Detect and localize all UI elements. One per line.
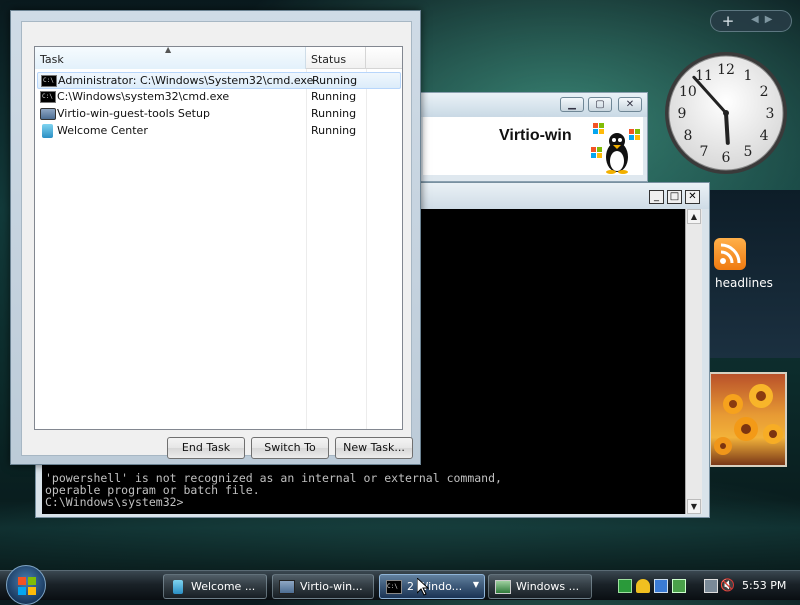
end-task-button[interactable]: End Task	[167, 437, 245, 459]
task-row-cmd[interactable]: C:\ C:\Windows\system32\cmd.exe Running	[37, 89, 401, 106]
virtio-banner: Virtio-win	[423, 117, 643, 175]
clock-numeral: 1	[744, 68, 753, 84]
task-list[interactable]: ▲ Task Status C:\ Administrator: C:\Wind…	[34, 46, 403, 430]
taskbar-clock[interactable]: 5:53 PM	[742, 579, 786, 592]
task-status: Running	[311, 90, 357, 103]
task-manager-window[interactable]: ▲ Task Status C:\ Administrator: C:\Wind…	[10, 10, 421, 465]
clock-numeral: 9	[678, 106, 687, 122]
task-name: Administrator: C:\Windows\System32\cmd.e…	[58, 74, 314, 87]
clock-numeral: 7	[700, 144, 709, 160]
cmd-scrollbar[interactable]: ▲ ▼	[685, 209, 702, 514]
maximize-button[interactable]: ▢	[588, 97, 612, 112]
clock-numeral: 5	[744, 144, 753, 160]
virtio-title-bar[interactable]: ▁ ▢ ✕	[419, 93, 647, 117]
setup-icon	[279, 580, 295, 594]
scroll-up-arrow-icon[interactable]: ▲	[687, 209, 701, 224]
cmd-icon: C:\	[386, 580, 402, 594]
task-status: Running	[311, 107, 357, 120]
gadget-page-nav[interactable]: ◀▶	[751, 14, 778, 25]
cmd-icon: C:\	[41, 75, 57, 87]
column-header-status-label: Status	[311, 53, 347, 66]
scroll-down-arrow-icon[interactable]: ▼	[687, 499, 701, 514]
taskbar-group-cmd-windows[interactable]: C:\ 2 Windo... ▼	[379, 574, 485, 599]
cmd-icon: C:\	[40, 91, 56, 103]
windows-logo-icon	[18, 577, 36, 595]
flower-photo	[714, 384, 783, 455]
cmd-prompt-line: C:\Windows\system32>	[45, 495, 184, 509]
network-icon[interactable]	[704, 579, 718, 593]
sort-ascending-icon: ▲	[165, 46, 172, 54]
rss-feed-icon	[714, 238, 746, 270]
taskbar: Welcome ... Virtio-win... C:\ 2 Windo...…	[0, 565, 800, 605]
new-task-button[interactable]: New Task...	[335, 437, 413, 459]
feed-headlines-gadget[interactable]: headlines	[705, 190, 800, 358]
task-row-virtio-setup[interactable]: Virtio-win-guest-tools Setup Running	[37, 106, 401, 123]
close-button[interactable]: ✕	[685, 190, 700, 204]
column-header-status[interactable]: Status	[306, 47, 366, 69]
chevron-down-icon: ▼	[472, 580, 479, 589]
sidebar-controls: + ◀▶	[710, 10, 792, 32]
minimize-button[interactable]: ▁	[560, 97, 584, 112]
clock-numeral: 10	[679, 84, 697, 100]
task-row-welcome-center[interactable]: Welcome Center Running	[37, 123, 401, 140]
add-gadget-button[interactable]: +	[717, 12, 739, 30]
maximize-button[interactable]: □	[667, 190, 682, 204]
volume-muted-icon[interactable]: 🔇	[720, 578, 735, 592]
tray-app-icon[interactable]	[672, 579, 686, 593]
taskbar-item-label: 2 Windo...	[407, 580, 463, 593]
start-button[interactable]	[6, 565, 46, 605]
task-status: Running	[312, 74, 358, 87]
notification-area: 🔇 5:53 PM	[612, 574, 800, 599]
security-shield-icon[interactable]	[636, 579, 650, 593]
task-name: Virtio-win-guest-tools Setup	[57, 107, 210, 120]
clock-numeral: 12	[717, 62, 735, 78]
cmd-output: 'powershell' is not recognized as an int…	[45, 472, 502, 508]
applications-tab-panel: ▲ Task Status C:\ Administrator: C:\Wind…	[21, 21, 413, 459]
task-name: Welcome Center	[57, 124, 148, 137]
welcome-center-icon	[42, 124, 53, 138]
switch-to-button[interactable]: Switch To	[251, 437, 329, 459]
task-status: Running	[311, 124, 357, 137]
task-name: C:\Windows\system32\cmd.exe	[57, 90, 230, 103]
clock-numeral: 6	[722, 150, 731, 166]
mouse-pointer-icon	[417, 578, 429, 596]
slideshow-gadget[interactable]	[709, 372, 787, 467]
clock-numeral: 2	[760, 84, 769, 100]
taskbar-item-label: Windows ...	[516, 580, 580, 593]
virtio-banner-title: Virtio-win	[499, 127, 572, 144]
clock-numeral: 8	[683, 128, 692, 144]
taskbar-item-label: Virtio-win...	[300, 580, 363, 593]
task-row-admin-cmd[interactable]: C:\ Administrator: C:\Windows\System32\c…	[37, 72, 401, 89]
tray-app-icon[interactable]	[618, 579, 632, 593]
tray-app-icon[interactable]	[654, 579, 668, 593]
setup-icon	[40, 108, 56, 120]
clock-gadget: 1234567891011 12	[665, 52, 787, 174]
virtio-setup-window[interactable]: ▁ ▢ ✕ Virtio-win	[418, 92, 648, 182]
taskbar-item-virtio-setup[interactable]: Virtio-win...	[272, 574, 374, 599]
feed-headlines-label: headlines	[715, 276, 773, 290]
taskbar-item-welcome-center[interactable]: Welcome ...	[163, 574, 267, 599]
clock-numeral: 4	[760, 128, 769, 144]
taskbar-item-label: Welcome ...	[191, 580, 256, 593]
clock-numeral: 3	[766, 106, 775, 122]
close-button[interactable]: ✕	[618, 97, 642, 112]
column-header-task[interactable]: ▲ Task	[35, 47, 306, 69]
welcome-center-icon	[173, 580, 183, 594]
task-list-header: ▲ Task Status	[35, 47, 402, 69]
tux-windows-logo-icon	[591, 123, 640, 174]
taskbar-item-task-manager[interactable]: Windows ...	[488, 574, 592, 599]
task-manager-icon	[495, 580, 511, 594]
minimize-button[interactable]: _	[649, 190, 664, 204]
column-header-task-label: Task	[40, 53, 64, 66]
clock-hour-hand	[724, 111, 730, 145]
